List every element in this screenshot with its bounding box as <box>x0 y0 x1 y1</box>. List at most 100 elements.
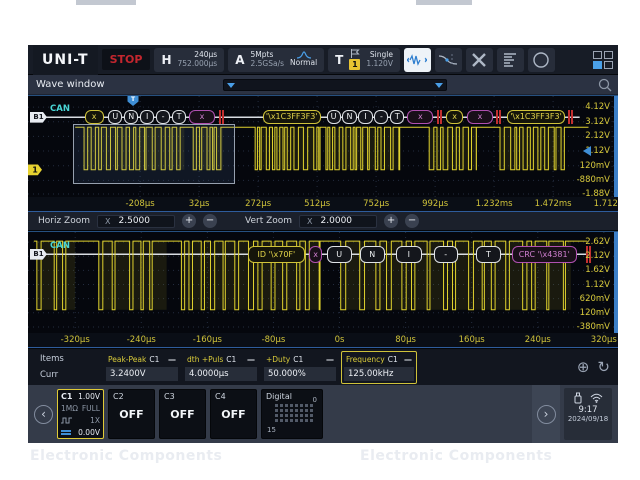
can-decode-box: x <box>189 110 216 125</box>
vertical-scrollbar[interactable] <box>614 96 618 197</box>
measure-source: C1 <box>149 355 160 364</box>
time-scale-label: 512µs <box>304 199 331 209</box>
time-scale-label: -80µs <box>261 335 286 345</box>
time-scale-label: 752µs <box>363 199 390 209</box>
can-decode-box: T <box>171 110 187 125</box>
time-scale-label: 320µs <box>590 335 617 345</box>
curr-label: Curr <box>40 369 59 380</box>
run-stop-button[interactable]: STOP <box>101 49 151 70</box>
measure-name: Frequency <box>346 355 385 364</box>
wave-zoom-icon[interactable] <box>403 47 431 72</box>
horiz-zoom-label: Horiz Zoom <box>38 216 91 226</box>
time-scale-label: 1.472ms <box>534 199 572 209</box>
can-decode-box: N <box>359 245 385 263</box>
can-decode-box: x <box>84 110 104 125</box>
vert-zoom-plus-button[interactable]: + <box>384 214 399 228</box>
channel-1-offset: 0.00V <box>78 427 100 437</box>
time-scale-label: -160µs <box>192 335 222 345</box>
channel-4-label: C4 <box>215 392 226 401</box>
time-scale-label: 160µs <box>458 335 485 345</box>
horizontal-scroll-slider[interactable] <box>222 79 447 91</box>
digital-channels-cell[interactable]: Digital 0 15 <box>261 389 323 439</box>
digital-bit-grid <box>275 404 313 422</box>
circle-tool-icon[interactable] <box>527 47 555 72</box>
multi-window-icon[interactable] <box>593 50 613 69</box>
channel-1-probe: 1X <box>90 415 100 425</box>
panel-prev-button[interactable]: ‹ <box>34 404 53 424</box>
horiz-zoom-plus-button[interactable]: + <box>182 214 197 228</box>
horiz-zoom-minus-button[interactable]: − <box>203 214 218 228</box>
horizontal-settings-button[interactable]: H 240µs 752.000µs <box>154 47 225 72</box>
can-decode-box: N <box>124 110 139 125</box>
channel-1-cell[interactable]: C1 1.00V 1MΩ FULL 1X 0.00V <box>57 389 104 439</box>
measurement-pulse-width[interactable]: dth +Puls C1 — 4.0000µs <box>183 352 259 383</box>
can-decode-box: U <box>326 110 341 125</box>
vert-zoom-minus-button[interactable]: − <box>405 214 420 228</box>
can-decode-box: U <box>326 245 352 263</box>
oscilloscope-app: UNI-T STOP H 240µs 752.000µs A 5Mpts 2.5… <box>28 45 618 443</box>
time-scale-label: 32µs <box>188 199 210 209</box>
horiz-zoom-value-box[interactable]: X 2.5000 <box>97 214 176 228</box>
status-cell[interactable]: 9:17 2024/09/18 <box>564 388 612 440</box>
reset-statistics-icon[interactable]: ↻ <box>597 358 610 376</box>
can-decode-error-mark <box>496 110 502 125</box>
time-scale-label: 992µs <box>422 199 449 209</box>
channel-2-cell[interactable]: C2 OFF <box>108 389 155 439</box>
channel-1-scale: 1.00V <box>78 391 100 401</box>
horiz-zoom-value: 2.5000 <box>118 216 151 226</box>
measurement-row-labels: Items Curr <box>34 353 104 382</box>
vert-zoom-value-box[interactable]: X 2.0000 <box>299 214 378 228</box>
zoom-wave-plot[interactable]: ID '\x70F' x U N I - T CRC '\x4381' 2.62V 2.12V 1… <box>28 231 618 333</box>
main-wave-plot[interactable]: x U N I - Tx '\x1C3FF3F3' U N I - Tx x x '\x1C3FF3F3' … <box>28 95 618 197</box>
watermark-fragment <box>416 0 472 5</box>
measurement-frequency[interactable]: Frequency C1 — 125.00kHz <box>341 350 417 384</box>
measurement-duty[interactable]: +Duty C1 — 50.000% <box>262 352 338 383</box>
voltage-scale-label: 2.62V <box>585 237 610 248</box>
trigger-level-marker[interactable] <box>583 146 591 157</box>
voltage-scale-label: 4.12V <box>585 102 610 113</box>
horizontal-key: H <box>161 52 172 67</box>
add-measurement-icon[interactable]: ⊕ <box>577 358 590 376</box>
measure-value: 125.00kHz <box>344 366 414 381</box>
result-list-icon[interactable] <box>496 47 524 72</box>
time-scale-label: 0s <box>334 335 345 345</box>
time-scale-label: -240µs <box>126 335 156 345</box>
can-decode-box: - <box>433 245 458 263</box>
voltage-scale-label: 2.12V <box>585 131 610 142</box>
measure-name: Peak-Peak <box>108 355 147 364</box>
acquire-mode: Normal <box>290 58 318 68</box>
magnifier-icon[interactable] <box>598 78 612 92</box>
can-decode-box: x <box>445 110 464 125</box>
can-decode-box: N <box>342 110 357 125</box>
time-scale-label: 240µs <box>524 335 551 345</box>
voltage-scale-label: 1.12V <box>585 279 610 290</box>
channel-panel: ‹ C1 1.00V 1MΩ FULL 1X 0.00V C2 OFF C3 OFF… <box>28 385 618 443</box>
wave-cursor-icon[interactable] <box>434 47 462 72</box>
measure-source: C1 <box>293 355 304 364</box>
can-decode-box: I <box>396 245 422 263</box>
can-decode-error-mark <box>219 110 224 125</box>
time-scale-label: 80µs <box>395 335 416 345</box>
panel-next-button[interactable]: › <box>536 404 556 424</box>
vertical-scrollbar[interactable] <box>614 232 618 333</box>
measure-dash: — <box>168 355 176 364</box>
can-decode-box: - <box>374 110 389 125</box>
channel-4-cell[interactable]: C4 OFF <box>210 389 257 439</box>
measurement-peak-peak[interactable]: Peak-Peak C1 — 3.2400V <box>104 352 180 383</box>
measure-name: +Duty <box>266 355 291 364</box>
vert-zoom-label: Vert Zoom <box>245 216 293 226</box>
channel-2-label: C2 <box>113 392 124 401</box>
clock-date: 2024/09/18 <box>567 415 609 423</box>
watermark-fragment <box>76 0 136 5</box>
zoom-selection-rect[interactable] <box>72 124 236 184</box>
measure-value: 3.2400V <box>106 366 178 381</box>
xy-display-icon[interactable] <box>465 47 493 72</box>
wave-window-title: Wave window <box>36 79 105 90</box>
acquire-settings-button[interactable]: A 5Mpts 2.5GSa/s Normal <box>228 47 325 72</box>
voltage-scale-label: -1.88V <box>582 188 610 197</box>
channel-3-cell[interactable]: C3 OFF <box>159 389 206 439</box>
can-decode-box: I <box>358 110 373 125</box>
usb-icon <box>574 392 582 403</box>
digital-label: Digital <box>266 392 292 401</box>
trigger-settings-button[interactable]: T 1 Single 1.120V <box>328 47 400 72</box>
